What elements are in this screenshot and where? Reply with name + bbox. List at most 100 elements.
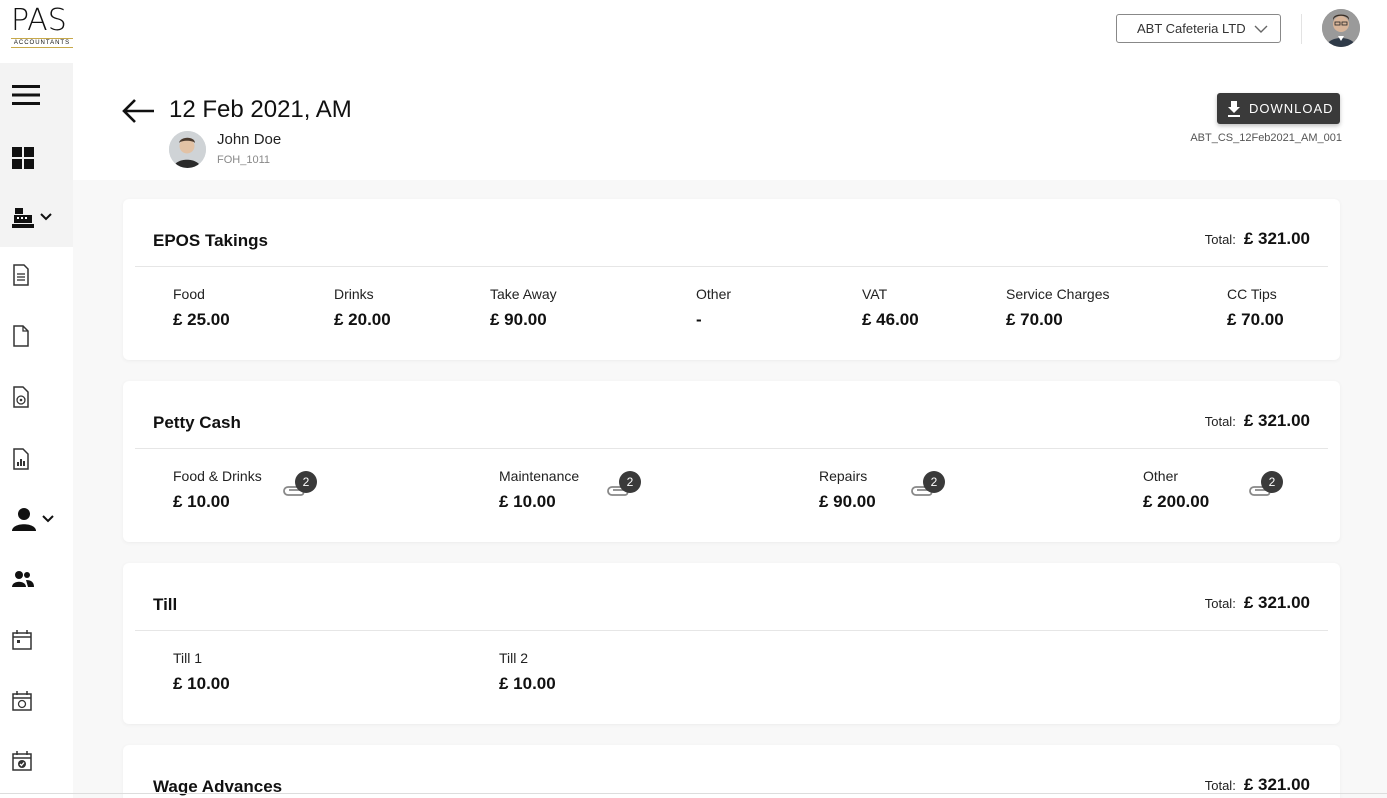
field-value: £ 70.00 — [1006, 310, 1063, 329]
petty-cash-card: Petty Cash Total: £ 321.00 Food & Drinks… — [123, 381, 1340, 542]
card-divider — [135, 266, 1328, 267]
user-icon — [12, 508, 36, 531]
card-title: Wage Advances — [153, 777, 283, 796]
field-label: Service Charges — [1006, 286, 1110, 302]
card-title: Petty Cash — [153, 413, 241, 432]
card-total: Total: £ 321.00 — [1205, 593, 1310, 613]
total-label: Total: — [1204, 778, 1236, 793]
download-button[interactable]: DOWNLOAD — [1217, 93, 1340, 124]
card-divider — [135, 448, 1328, 449]
till-field-1: Till 1 £ 10.00 — [173, 650, 230, 694]
field-value: £ 10.00 — [173, 674, 230, 693]
field-value: £ 90.00 — [819, 492, 876, 511]
epos-field-food: Food £ 25.00 — [173, 286, 230, 330]
field-label: CC Tips — [1227, 286, 1277, 302]
chevron-down-icon — [42, 515, 54, 523]
sidebar-item-user[interactable] — [0, 494, 73, 544]
field-label: Repairs — [819, 468, 868, 484]
company-select[interactable]: ABT Cafeteria LTD — [1116, 14, 1281, 43]
till-card: Till Total: £ 321.00 Till 1 £ 10.00 Till… — [123, 563, 1340, 724]
user-avatar — [169, 131, 206, 168]
total-label: Total: — [1204, 596, 1236, 611]
field-value: £ 10.00 — [499, 674, 556, 693]
company-select-value: ABT Cafeteria LTD — [1137, 21, 1246, 36]
total-label: Total: — [1204, 232, 1236, 247]
back-button[interactable] — [122, 98, 156, 124]
attachments-button[interactable]: 2 — [1248, 471, 1283, 501]
card-total: Total: £ 321.00 — [1205, 411, 1310, 431]
logo-subtitle: ACCOUNTANTS — [11, 38, 73, 48]
field-value: - — [696, 310, 702, 329]
field-value: £ 10.00 — [499, 492, 556, 511]
field-label: Food — [173, 286, 205, 302]
sidebar-item-dashboard[interactable] — [0, 133, 73, 183]
till-field-2: Till 2 £ 10.00 — [499, 650, 556, 694]
field-value: £ 200.00 — [1143, 492, 1210, 511]
card-total: Total: £ 321.00 — [1205, 229, 1310, 249]
field-label: Maintenance — [499, 468, 580, 484]
field-value: £ 46.00 — [862, 310, 919, 329]
sidebar-item-users[interactable] — [0, 554, 73, 604]
users-icon — [12, 571, 34, 587]
attachments-button[interactable]: 2 — [910, 471, 945, 501]
chevron-down-icon — [1254, 25, 1268, 33]
wage-advances-card: Wage Advances Total: £ 321.00 — [123, 745, 1340, 798]
total-value: £ 321.00 — [1243, 411, 1310, 430]
field-label: Take Away — [490, 286, 557, 302]
epos-takings-card: EPOS Takings Total: £ 321.00 Food £ 25.0… — [123, 199, 1340, 360]
sidebar-menu-toggle[interactable] — [0, 70, 73, 120]
petty-field-repairs: Repairs £ 90.00 — [819, 468, 876, 512]
total-label: Total: — [1204, 414, 1236, 429]
chevron-down-icon — [40, 213, 52, 221]
document-icon — [13, 325, 29, 347]
dashboard-icon — [12, 147, 34, 169]
user-avatar-image — [169, 131, 206, 168]
calendar-check-icon — [12, 751, 32, 771]
total-value: £ 321.00 — [1243, 229, 1310, 248]
sidebar-item-calendar[interactable] — [0, 615, 73, 665]
calendar-icon — [12, 630, 32, 650]
attachments-count-badge: 2 — [1261, 471, 1283, 493]
epos-field-take-away: Take Away £ 90.00 — [490, 286, 557, 330]
attachments-button[interactable]: 2 — [606, 471, 641, 501]
field-label: Food & Drinks — [173, 468, 262, 484]
total-value: £ 321.00 — [1243, 775, 1310, 794]
download-button-label: DOWNLOAD — [1249, 101, 1334, 116]
epos-field-vat: VAT £ 46.00 — [862, 286, 919, 330]
sidebar-item-document-money[interactable] — [0, 372, 73, 422]
field-value: £ 25.00 — [173, 310, 230, 329]
sidebar-item-document[interactable] — [0, 311, 73, 361]
attachments-count-badge: 2 — [923, 471, 945, 493]
attachments-count-badge: 2 — [619, 471, 641, 493]
user-code: FOH_1011 — [217, 154, 270, 166]
sidebar-item-reports[interactable] — [0, 434, 73, 484]
card-total: Total: £ 321.00 — [1205, 775, 1310, 795]
report-chart-icon — [13, 448, 29, 470]
bottom-divider — [0, 793, 1387, 794]
field-value: £ 10.00 — [173, 492, 230, 511]
attachments-count-badge: 2 — [295, 471, 317, 493]
attachments-button[interactable]: 2 — [282, 471, 317, 501]
field-label: Other — [696, 286, 732, 302]
sidebar-item-calendar-clock[interactable] — [0, 676, 73, 726]
petty-field-maintenance: Maintenance £ 10.00 — [499, 468, 579, 512]
field-label: VAT — [862, 286, 888, 302]
total-value: £ 321.00 — [1243, 593, 1310, 612]
profile-avatar[interactable] — [1322, 9, 1360, 47]
sidebar-item-calendar-check[interactable] — [0, 736, 73, 786]
card-title: EPOS Takings — [153, 231, 268, 250]
cash-register-icon — [12, 208, 34, 228]
field-label: Till 2 — [499, 650, 529, 666]
field-label: Till 1 — [173, 650, 203, 666]
logo-text: PAS — [11, 3, 67, 38]
sidebar-item-documents[interactable] — [0, 250, 73, 300]
document-list-icon — [13, 264, 29, 286]
epos-field-cc-tips: CC Tips £ 70.00 — [1227, 286, 1284, 330]
sidebar-item-cash-register[interactable] — [0, 192, 73, 242]
field-value: £ 90.00 — [490, 310, 547, 329]
epos-field-drinks: Drinks £ 20.00 — [334, 286, 391, 330]
card-title: Till — [153, 595, 178, 614]
company-logo[interactable]: PAS ACCOUNTANTS — [11, 6, 73, 52]
field-value: £ 70.00 — [1227, 310, 1284, 329]
page-title: 12 Feb 2021, AM — [169, 96, 352, 123]
